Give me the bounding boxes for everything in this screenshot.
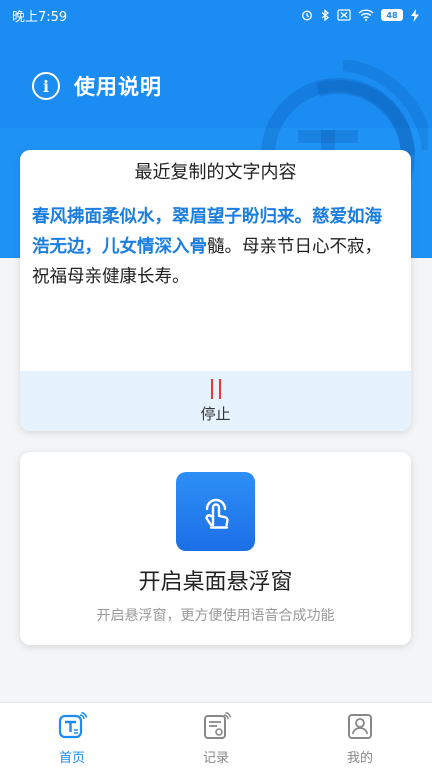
sim-disabled-icon	[337, 9, 351, 21]
pause-icon	[210, 378, 221, 399]
floating-window-title: 开启桌面悬浮窗	[138, 570, 293, 595]
nav-label-profile: 我的	[346, 751, 373, 766]
bluetooth-icon	[320, 8, 330, 22]
home-text-icon	[58, 711, 87, 739]
nav-item-home[interactable]: 首页	[0, 703, 144, 768]
page-header[interactable]: i 使用说明	[0, 60, 432, 112]
profile-icon	[348, 714, 372, 739]
wifi-icon	[358, 9, 374, 21]
touch-icon	[176, 472, 255, 551]
record-icon	[204, 711, 231, 739]
clipboard-card: 最近复制的文字内容 春风拂面柔似水，翠眉望子盼归来。慈爱如海浩无边，儿女情深入骨…	[20, 150, 411, 431]
charging-icon	[410, 8, 420, 22]
floating-window-card[interactable]: 开启桌面悬浮窗 开启悬浮窗，更方便使用语音合成功能	[20, 452, 411, 645]
status-time: 晚上7:59	[12, 9, 68, 25]
stop-label: 停止	[200, 404, 231, 423]
info-icon: i	[32, 72, 60, 100]
nav-label-home: 首页	[58, 751, 85, 766]
clipboard-text: 春风拂面柔似水，翠眉望子盼归来。慈爱如海浩无边，儿女情深入骨髓。母亲节日心不寂，…	[20, 196, 411, 371]
page-title: 使用说明	[74, 75, 162, 99]
nav-label-record: 记录	[202, 751, 229, 766]
clipboard-card-title: 最近复制的文字内容	[134, 162, 297, 183]
alarm-icon	[301, 9, 313, 21]
status-bar: 晚上7:59 48	[0, 0, 432, 30]
floating-window-description: 开启悬浮窗，更方便使用语音合成功能	[96, 608, 335, 624]
battery-icon: 48	[381, 9, 403, 21]
nav-item-profile[interactable]: 我的	[288, 703, 432, 768]
bottom-nav: 首页 记录 我的	[0, 702, 432, 768]
nav-item-record[interactable]: 记录	[144, 703, 288, 768]
stop-button[interactable]: 停止	[20, 371, 411, 431]
